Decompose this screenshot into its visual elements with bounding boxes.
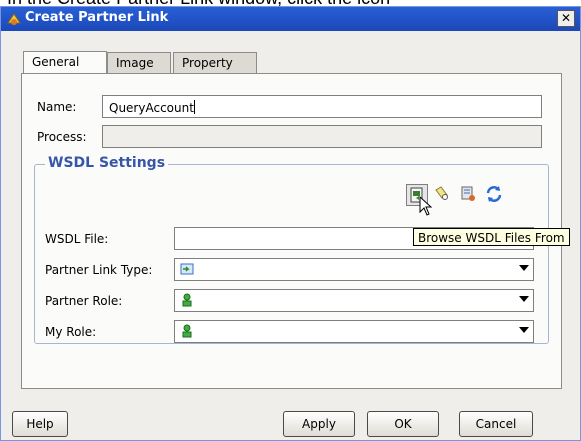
app-icon — [7, 13, 21, 25]
name-value-wrap: QueryAccount — [109, 100, 195, 115]
chevron-down-icon — [519, 265, 529, 271]
cancel-button[interactable]: Cancel — [459, 411, 533, 437]
help-button-label: Help — [26, 417, 54, 431]
chevron-down-icon — [519, 327, 529, 333]
close-icon: ✕ — [560, 11, 572, 25]
role-icon — [182, 293, 192, 307]
tab-image-label: Image — [116, 56, 154, 70]
apply-button[interactable]: Apply — [283, 411, 355, 437]
wsdl-settings-group: WSDL Settings WSDL File: Partner Link Ty… — [34, 155, 549, 344]
wsdl-file-label: WSDL File: — [45, 232, 109, 246]
process-input[interactable] — [102, 125, 542, 148]
refresh-button[interactable] — [484, 184, 506, 206]
ok-button-label: OK — [394, 417, 412, 431]
service-explorer-button[interactable] — [458, 184, 480, 206]
partner-link-type-label: Partner Link Type: — [45, 263, 153, 277]
wsdl-settings-title: WSDL Settings — [45, 155, 169, 171]
create-partner-link-dialog: Create Partner Link ✕ General Image Prop… — [0, 6, 581, 441]
text-cursor — [193, 100, 195, 114]
tab-image[interactable]: Image — [107, 52, 171, 74]
browse-wsdl-tooltip: Browse WSDL Files From — [413, 228, 570, 246]
window-title: Create Partner Link — [25, 10, 169, 25]
partner-role-label: Partner Role: — [45, 294, 123, 308]
tab-general-label: General — [32, 55, 80, 69]
partner-link-type-select[interactable] — [174, 258, 534, 281]
my-role-select[interactable] — [174, 320, 534, 343]
apply-button-label: Apply — [302, 417, 336, 431]
flashlight-button[interactable] — [432, 184, 454, 206]
name-input[interactable]: QueryAccount — [102, 95, 542, 118]
title-bar: Create Partner Link ✕ — [1, 7, 580, 31]
service-explorer-icon — [461, 186, 475, 201]
help-button[interactable]: Help — [12, 411, 68, 437]
my-role-label: My Role: — [45, 325, 97, 339]
partner-role-select[interactable] — [174, 289, 534, 312]
refresh-icon — [486, 186, 502, 202]
name-label: Name: — [37, 100, 77, 114]
role-icon — [182, 324, 192, 338]
close-button[interactable]: ✕ — [557, 10, 575, 27]
flashlight-icon — [435, 186, 448, 200]
chevron-down-icon — [519, 296, 529, 302]
process-label: Process: — [37, 130, 87, 144]
mouse-pointer-icon — [419, 196, 433, 216]
ok-button[interactable]: OK — [367, 411, 439, 437]
tab-general[interactable]: General — [23, 51, 107, 75]
tab-property-label: Property — [182, 56, 233, 70]
cancel-button-label: Cancel — [475, 417, 517, 431]
name-value: QueryAccount — [109, 101, 194, 115]
partner-link-type-icon — [180, 263, 194, 275]
tab-property[interactable]: Property — [173, 52, 257, 74]
